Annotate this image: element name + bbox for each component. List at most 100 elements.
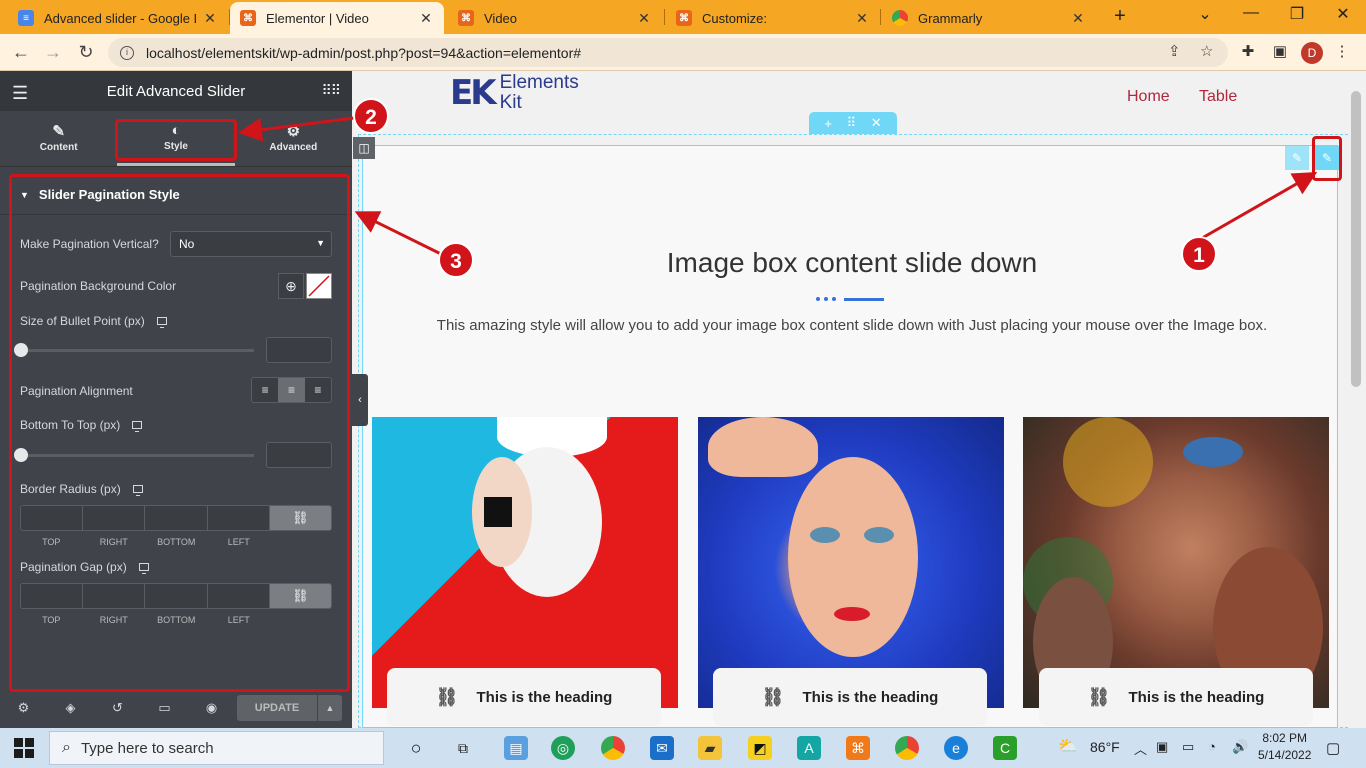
tab-search-icon[interactable]: ⌄ (1190, 4, 1220, 24)
restore-icon[interactable]: ❐ (1282, 4, 1312, 24)
tray-app-icon[interactable]: ▣ (1156, 739, 1168, 755)
url-bar[interactable]: i localhost/elementskit/wp-admin/post.ph… (108, 38, 1228, 67)
nav-link-table[interactable]: Table (1199, 88, 1237, 106)
preview-eye-icon[interactable]: ◉ (188, 700, 235, 716)
xampp-icon[interactable]: ⌘ (846, 736, 870, 760)
card-caption-2: ⛓ This is the heading (713, 668, 987, 726)
scrollbar-thumb[interactable] (1351, 91, 1361, 387)
edge-chrome-icon[interactable]: ◎ (551, 736, 575, 760)
file-explorer-icon[interactable]: ▰ (698, 736, 722, 760)
tab-elementor-video[interactable]: ⌘ Elementor | Video ✕ (230, 2, 444, 34)
weather-icon[interactable]: ⛅ (1058, 736, 1078, 756)
elementskit-logo[interactable]: ЕK Elements Kit (450, 73, 579, 114)
task-view-icon[interactable]: ⧉ (451, 736, 475, 760)
structure-column-icon[interactable]: ◫ (353, 137, 375, 159)
pencil-icon: ✎ (52, 123, 65, 140)
update-button[interactable]: UPDATE (237, 695, 317, 721)
tab-title: Advanced slider - Google Do (44, 10, 196, 26)
edit-column-pencil-icon[interactable]: ✎ (1285, 146, 1309, 170)
drag-handle-icon[interactable]: ⠿ (847, 115, 857, 131)
close-window-icon[interactable]: ✕ (1328, 4, 1358, 24)
bookmark-star-icon[interactable]: ☆ (1200, 42, 1213, 60)
volume-icon[interactable]: 🔊 (1232, 739, 1248, 755)
info-icon[interactable]: i (120, 45, 134, 60)
temperature-text: 86°F (1090, 739, 1120, 755)
page-scrollbar[interactable] (1348, 71, 1366, 728)
camtasia-icon[interactable]: C (993, 736, 1017, 760)
tray-chevron-up-icon[interactable]: ︿ (1134, 739, 1147, 758)
clock-time: 8:02 PM (1262, 731, 1308, 745)
responsive-mode-icon[interactable]: ▭ (141, 700, 188, 716)
tab-customize[interactable]: ⌘ Customize: ✕ (666, 2, 880, 34)
search-placeholder: Type here to search (80, 739, 214, 757)
annotation-badge-3: 3 (438, 242, 474, 278)
close-icon[interactable]: ✕ (854, 10, 870, 27)
edge-icon[interactable]: e (944, 736, 968, 760)
forward-icon[interactable]: → (41, 40, 65, 64)
tray-display-icon[interactable]: ▭ (1182, 739, 1194, 755)
windows-taskbar: ⌕ Type here to search ○ ⧉ ▤ ◎ ✉ ▰ ◩ A ⌘ … (0, 728, 1366, 768)
navigator-layers-icon[interactable]: ◈ (47, 700, 94, 716)
cortana-icon[interactable]: ○ (404, 736, 428, 760)
tab-advanced[interactable]: ⚙ Advanced (235, 111, 352, 166)
tab-title: Customize: (702, 10, 768, 26)
history-icon[interactable]: ↺ (94, 700, 141, 716)
minimize-icon[interactable]: — (1236, 4, 1266, 22)
clock-date: 5/14/2022 (1258, 748, 1312, 762)
collapse-panel-chevron-icon[interactable]: ‹ (352, 374, 368, 426)
sitemap-icon: ⛓ (1087, 686, 1111, 707)
back-icon[interactable]: ← (9, 40, 33, 64)
elementskit-logo-mark-icon: ЕK (450, 73, 497, 113)
image-box-card-2[interactable] (698, 417, 1004, 708)
app-a-icon[interactable]: A (797, 736, 821, 760)
tab-video[interactable]: ⌘ Video ✕ (448, 2, 662, 34)
tab-content[interactable]: ✎ Content (0, 111, 117, 166)
reload-icon[interactable]: ↻ (74, 40, 98, 64)
edit-button-highlight (1312, 136, 1342, 181)
profile-avatar[interactable]: D (1301, 42, 1323, 64)
browser-tab-bar: ≡ Advanced slider - Google Do ✕ ⌘ Elemen… (0, 0, 1366, 34)
clock[interactable]: 8:02 PM 5/14/2022 (1258, 730, 1311, 764)
section-handle[interactable]: + ⠿ ✕ (809, 112, 897, 134)
settings-icon[interactable]: ⚙ (0, 700, 47, 716)
heading-separator (816, 297, 884, 301)
taskbar-search-box[interactable]: ⌕ Type here to search (49, 731, 384, 765)
xampp-icon: ⌘ (458, 10, 474, 26)
panel-header: ☰ Edit Advanced Slider ⠿⠿ (0, 71, 352, 111)
extensions-icon[interactable]: ✚ (1238, 42, 1258, 62)
close-icon[interactable]: ✕ (1070, 10, 1086, 27)
tab-grammarly[interactable]: Grammarly ✕ (882, 2, 1096, 34)
tab-google-docs[interactable]: ≡ Advanced slider - Google Do ✕ (8, 2, 228, 34)
style-tab-highlight (115, 119, 237, 161)
update-options-caret-icon[interactable]: ▲ (318, 695, 342, 721)
new-tab-button[interactable]: + (1108, 5, 1132, 28)
image-box-card-1[interactable] (372, 417, 678, 708)
chrome-active-icon[interactable] (895, 736, 919, 760)
nav-link-home[interactable]: Home (1127, 88, 1170, 106)
tab-title: Grammarly (918, 10, 983, 26)
tab-title: Video (484, 10, 518, 26)
mail-icon[interactable]: ✉ (650, 736, 674, 760)
wifi-icon[interactable]: ◔ (1208, 739, 1216, 754)
side-panel-icon[interactable]: ▣ (1270, 42, 1290, 62)
close-icon[interactable]: ✕ (418, 10, 434, 27)
chrome-icon[interactable] (601, 736, 625, 760)
card-caption-3: ⛓ This is the heading (1039, 668, 1313, 726)
sticky-notes-icon[interactable]: ◩ (748, 736, 772, 760)
tab-label: Advanced (269, 142, 318, 153)
card-caption-1: ⛓ This is the heading (387, 668, 661, 726)
image-box-card-3[interactable] (1023, 417, 1329, 708)
share-icon[interactable]: ⇪ (1168, 42, 1181, 60)
hamburger-menu-icon[interactable]: ☰ (12, 83, 28, 104)
close-icon[interactable]: ✕ (636, 10, 652, 27)
delete-section-icon[interactable]: ✕ (871, 115, 882, 131)
search-icon: ⌕ (62, 739, 71, 756)
close-icon[interactable]: ✕ (202, 10, 218, 27)
card-heading: This is the heading (476, 688, 613, 706)
widgets-grid-icon[interactable]: ⠿⠿ (321, 82, 340, 99)
add-section-icon[interactable]: + (824, 116, 832, 131)
windows-start-icon[interactable] (14, 738, 34, 758)
notifications-icon[interactable]: ▢ (1326, 739, 1340, 757)
menu-dots-icon[interactable]: ⋮ (1332, 42, 1352, 62)
app-icon[interactable]: ▤ (504, 736, 528, 760)
